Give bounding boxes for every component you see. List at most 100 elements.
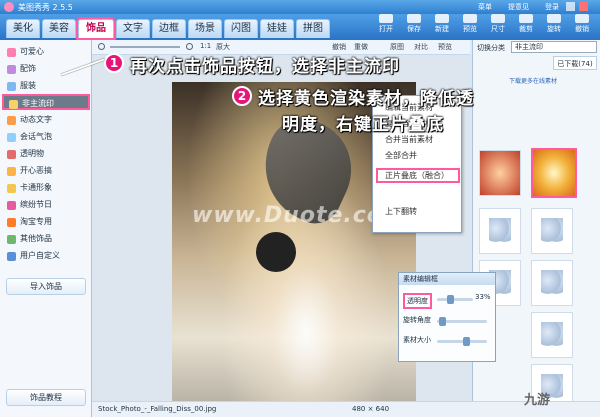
- login-link[interactable]: 登录: [545, 2, 559, 12]
- transparency-label: 透明度: [403, 293, 432, 309]
- sidebar-item-label: 卡通形象: [20, 183, 52, 192]
- step-2-instruction-line1: 选择黄色渲染素材，降低透: [258, 89, 474, 109]
- preview-icon: [463, 14, 477, 23]
- step-2-badge: 2: [232, 86, 252, 106]
- save-button[interactable]: 保存: [400, 14, 428, 34]
- preview-button[interactable]: 预览: [456, 14, 484, 34]
- redo-button[interactable]: 重做: [354, 42, 368, 52]
- new-icon: [435, 14, 449, 23]
- sidebar-item-non-mainstream[interactable]: 非主流印: [2, 94, 90, 110]
- tab-downloaded[interactable]: 已下载(74): [553, 56, 597, 70]
- brand-watermark: 九游: [524, 393, 551, 408]
- cartoon-icon: [7, 184, 16, 193]
- download-more-link[interactable]: 下载更多在线素材: [509, 76, 557, 85]
- material-thumb[interactable]: [531, 312, 573, 358]
- step-1-instruction: 再次点击饰品按钮，选择非主流印: [130, 57, 400, 77]
- tab-beautify[interactable]: 美化: [6, 19, 40, 38]
- file-name: Stock_Photo_-_Falling_Diss_00.jpg: [98, 405, 217, 413]
- accessory-tutorial-button[interactable]: 饰品教程: [6, 389, 86, 406]
- sidebar-item-cartoon[interactable]: 卡通形象: [2, 180, 90, 196]
- compare-button[interactable]: 对比: [414, 42, 428, 52]
- zoom-ratio: 1:1: [200, 42, 212, 50]
- size-slider[interactable]: [437, 337, 487, 346]
- material-thumb[interactable]: [479, 208, 521, 254]
- step-1-badge: 1: [104, 53, 124, 73]
- rotate-slider[interactable]: [437, 317, 487, 326]
- image-size: 480 × 640: [352, 405, 390, 413]
- undo-button[interactable]: 撤销: [332, 42, 346, 52]
- tab-text[interactable]: 文字: [116, 19, 150, 38]
- size-button[interactable]: 尺寸: [484, 14, 512, 34]
- size-label: 素材大小: [403, 336, 431, 344]
- undo-toolbar-button[interactable]: 撤销: [568, 14, 596, 34]
- user-icon: [7, 252, 16, 261]
- sidebar-item-transparent[interactable]: 透明物: [2, 146, 90, 162]
- sidebar-item-label: 淘宝专用: [20, 217, 52, 226]
- sidebar-item-taobao[interactable]: 淘宝专用: [2, 214, 90, 230]
- sidebar-item-cute-heart[interactable]: 可爱心: [2, 44, 90, 60]
- zoom-slider[interactable]: [110, 46, 180, 48]
- preview-label: 预览: [463, 25, 477, 33]
- category-select[interactable]: 非主流印: [511, 41, 597, 53]
- heart-icon: [7, 48, 16, 57]
- crop-label: 裁剪: [519, 25, 533, 33]
- save-icon: [407, 14, 421, 23]
- sidebar-item-funny[interactable]: 开心恶搞: [2, 163, 90, 179]
- material-thumb[interactable]: [479, 150, 521, 196]
- open-button[interactable]: 打开: [372, 14, 400, 34]
- tab-accessories[interactable]: 饰品: [76, 17, 116, 40]
- tab-scene[interactable]: 场景: [188, 19, 222, 38]
- sidebar-item-label: 开心恶搞: [20, 166, 52, 175]
- crop-button[interactable]: 裁剪: [512, 14, 540, 34]
- app-logo-icon: [4, 2, 14, 12]
- rotate-button[interactable]: 旋转: [540, 14, 568, 34]
- sidebar-item-clothing[interactable]: 服装: [2, 78, 90, 94]
- transparent-icon: [7, 150, 16, 159]
- slider-handle[interactable]: [447, 295, 454, 304]
- sidebar-item-speech-bubble[interactable]: 会话气泡: [2, 129, 90, 145]
- tab-beauty[interactable]: 美容: [42, 19, 76, 38]
- open-label: 打开: [379, 25, 393, 33]
- butterfly-icon: [541, 322, 563, 348]
- sidebar-item-label: 透明物: [20, 149, 44, 158]
- canvas-preview-button[interactable]: 预览: [438, 42, 452, 52]
- menu-item-merge-all[interactable]: 全部合并: [385, 150, 417, 161]
- tab-collage[interactable]: 拼图: [296, 19, 330, 38]
- material-thumb[interactable]: [531, 260, 573, 306]
- sidebar-item-label: 缤纷节日: [20, 200, 52, 209]
- sidebar-item-custom[interactable]: 用户自定义: [2, 248, 90, 264]
- zoom-out-icon[interactable]: [98, 43, 105, 50]
- slider-handle[interactable]: [439, 317, 446, 326]
- sidebar-item-label: 用户自定义: [20, 251, 60, 260]
- minimize-icon[interactable]: [566, 2, 575, 11]
- tab-doll[interactable]: 娃娃: [260, 19, 294, 38]
- sidebar-item-label: 非主流印: [22, 99, 54, 108]
- original-image-button[interactable]: 原图: [390, 42, 404, 52]
- new-label: 新建: [435, 25, 449, 33]
- material-thumb[interactable]: [531, 208, 573, 254]
- slider-handle[interactable]: [463, 337, 470, 346]
- new-button[interactable]: 新建: [428, 14, 456, 34]
- sidebar-item-animated-text[interactable]: 动态文字: [2, 112, 90, 128]
- sidebar-item-other[interactable]: 其他饰品: [2, 231, 90, 247]
- original-size-button[interactable]: 原大: [216, 42, 230, 52]
- menu-item-multiply[interactable]: 正片叠底（融合）: [376, 168, 460, 183]
- sidebar-item-festival[interactable]: 缤纷节日: [2, 197, 90, 213]
- import-accessory-button[interactable]: 导入饰品: [6, 278, 86, 295]
- transparency-slider[interactable]: [437, 295, 473, 304]
- rotate-label: 旋转: [547, 25, 561, 33]
- material-thumb-selected[interactable]: [531, 148, 577, 198]
- tab-frame[interactable]: 边框: [152, 19, 186, 38]
- app-title: 美图秀秀 2.5.5: [18, 3, 73, 12]
- close-icon[interactable]: [579, 2, 588, 11]
- feedback-link[interactable]: 提意见: [508, 2, 529, 12]
- menu-link[interactable]: 菜单: [478, 2, 492, 12]
- menu-item-merge[interactable]: 合并当前素材: [385, 134, 433, 145]
- smile-icon: [7, 167, 16, 176]
- menu-item-flip-vertical[interactable]: 上下翻转: [385, 206, 417, 217]
- zoom-in-icon[interactable]: [186, 43, 193, 50]
- festival-icon: [7, 201, 16, 210]
- tab-flash[interactable]: 闪图: [224, 19, 258, 38]
- butterfly-icon: [489, 218, 511, 244]
- butterfly-icon: [541, 270, 563, 296]
